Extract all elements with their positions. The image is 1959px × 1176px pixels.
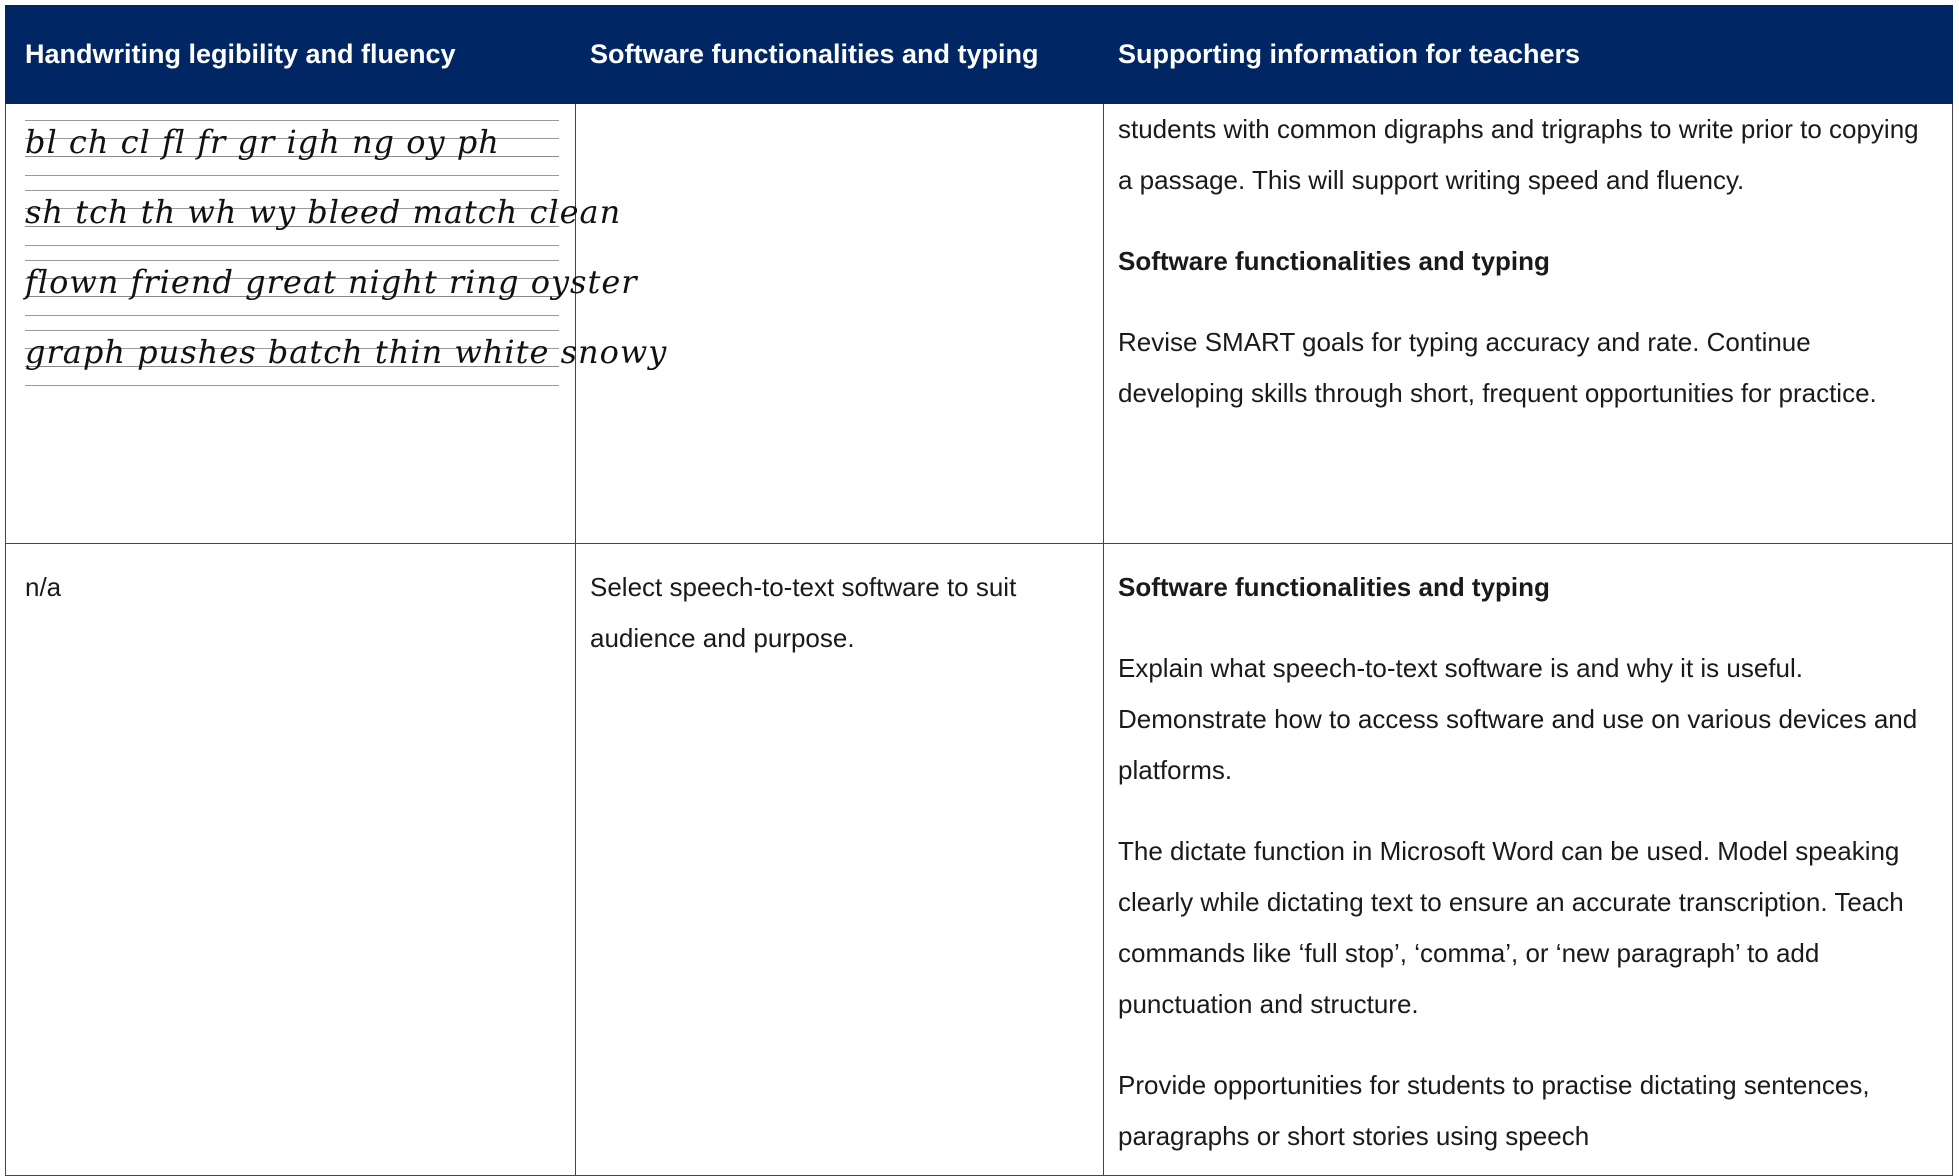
info-paragraph: Explain what speech-to-text software is … [1118,653,1918,785]
handwriting-line: sh tch th wh wy bleed match clean [25,184,620,254]
handwriting-line-text: bl ch cl fl fr gr igh ng oy ph [25,123,500,161]
table-header-row: Handwriting legibility and fluency Softw… [5,5,1953,104]
info-paragraph: The dictate function in Microsoft Word c… [1118,836,1904,1019]
handwriting-line: flown friend great night ring oyster [25,254,637,324]
handwriting-line: graph pushes batch thin white snowy [25,324,666,394]
handwriting-cell: n/a [5,543,576,1176]
table-row: n/a Select speech-to-text software to su… [5,543,1953,1176]
header-handwriting: Handwriting legibility and fluency [5,5,576,104]
header-supporting-info: Supporting information for teachers [1103,5,1953,104]
handwriting-sample: bl ch cl fl fr gr igh ng oy ph sh tch th… [25,114,666,394]
handwriting-line-text: sh tch th wh wy bleed match clean [25,193,622,231]
info-paragraph: students with common digraphs and trigra… [1118,114,1919,195]
info-paragraph: Provide opportunities for students to pr… [1118,1070,1870,1151]
header-software: Software functionalities and typing [575,5,1104,104]
supporting-info-cell: students with common digraphs and trigra… [1103,103,1953,544]
handwriting-line-text: flown friend great night ring oyster [25,263,638,301]
info-subheading: Software functionalities and typing [1118,572,1550,602]
handwriting-line: bl ch cl fl fr gr igh ng oy ph [25,114,559,184]
handwriting-cell: bl ch cl fl fr gr igh ng oy ph sh tch th… [5,103,666,544]
software-cell [575,103,1104,544]
info-paragraph: Revise SMART goals for typing accuracy a… [1118,327,1877,408]
handwriting-line-text: graph pushes batch thin white snowy [25,333,668,371]
supporting-info-cell: Software functionalities and typing Expl… [1103,543,1953,1176]
software-cell: Select speech-to-text software to suit a… [575,543,1104,1176]
info-subheading: Software functionalities and typing [1118,246,1550,276]
table-row: bl ch cl fl fr gr igh ng oy ph sh tch th… [5,103,1953,544]
curriculum-table: Handwriting legibility and fluency Softw… [5,5,1953,1176]
